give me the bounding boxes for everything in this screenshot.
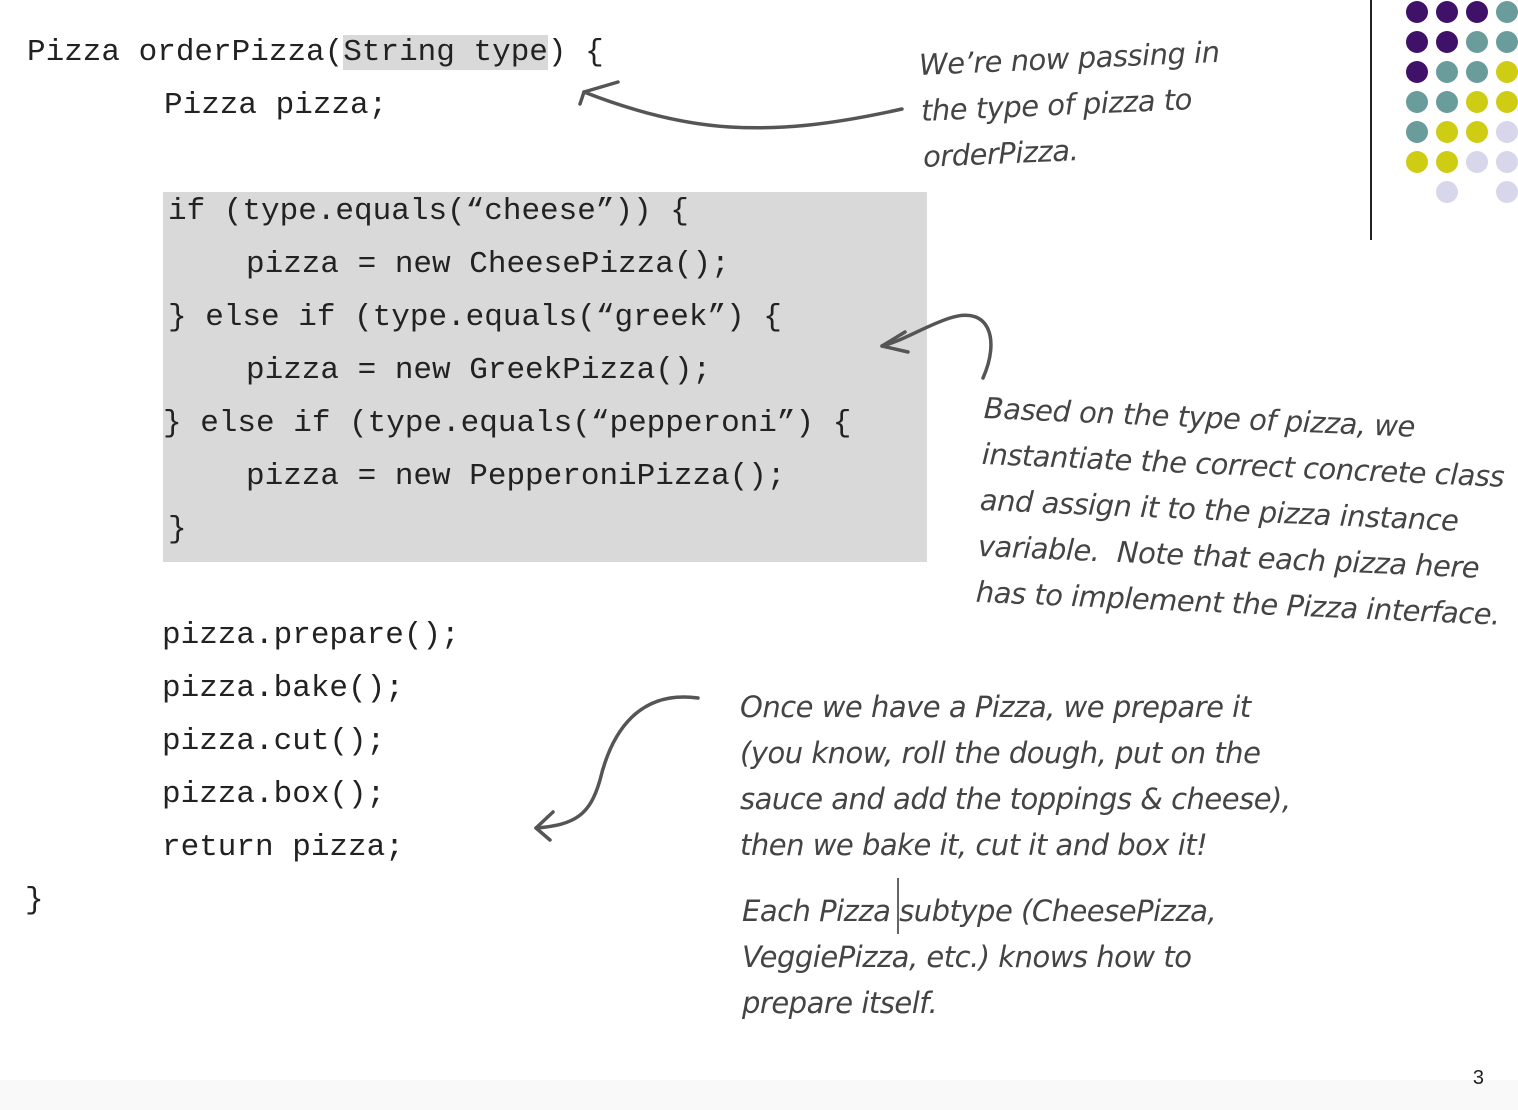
decor-dot: [1406, 91, 1428, 113]
decor-dot: [1436, 61, 1458, 83]
decor-dot: [1496, 181, 1518, 203]
decor-dot: [1436, 181, 1458, 203]
annotation-arrows: [534, 80, 993, 934]
decor-dot: [1436, 151, 1458, 173]
corner-divider-line: [1370, 0, 1372, 240]
decor-dot: [1406, 121, 1428, 143]
decor-dot: [1406, 151, 1428, 173]
decor-dot: [1466, 121, 1488, 143]
decor-dot: [1436, 91, 1458, 113]
arrow-to-block: [880, 313, 993, 380]
decor-dot: [1496, 1, 1518, 23]
decor-dot: [1436, 31, 1458, 53]
arrow-to-param: [582, 90, 904, 130]
decor-dot: [1466, 91, 1488, 113]
decor-dot: [1466, 61, 1488, 83]
decor-dot: [1496, 31, 1518, 53]
decor-dot: [1496, 61, 1518, 83]
decor-dot: [1496, 91, 1518, 113]
decor-dot: [1466, 31, 1488, 53]
decor-dot: [1436, 1, 1458, 23]
decor-dot: [1436, 121, 1458, 143]
page-number: 3: [1472, 1067, 1484, 1089]
decor-dot: [1406, 1, 1428, 23]
decor-dot: [1466, 151, 1488, 173]
decor-dot: [1496, 151, 1518, 173]
decor-dot: [1466, 1, 1488, 23]
decor-dot: [1496, 121, 1518, 143]
decor-dot: [1406, 61, 1428, 83]
corner-dot-pattern: [1390, 0, 1518, 210]
arrow-to-methods: [534, 695, 700, 830]
decor-dot: [1406, 31, 1428, 53]
